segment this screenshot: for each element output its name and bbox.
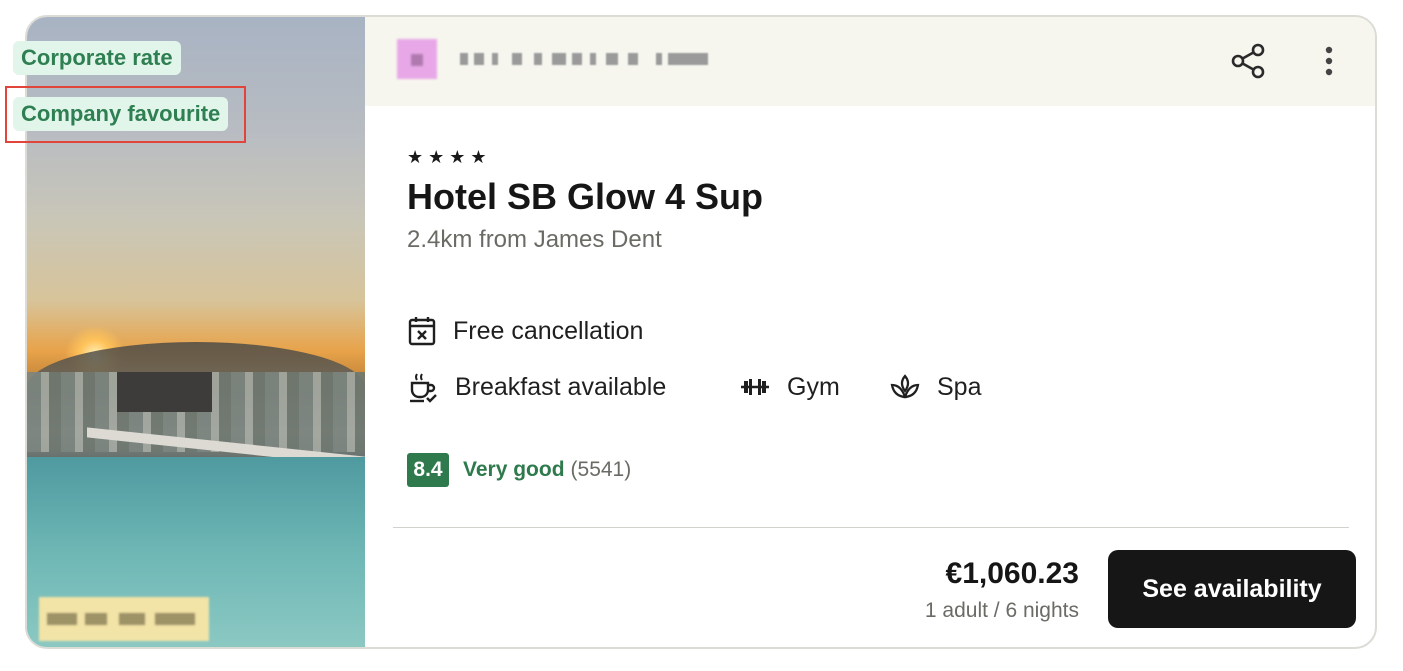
feature-label: Breakfast available [455, 372, 667, 401]
hotel-name[interactable]: Hotel SB Glow 4 Sup [407, 175, 1347, 219]
coffee-cup-icon [410, 373, 437, 403]
blurred-company-name [460, 49, 710, 69]
share-button[interactable] [1229, 41, 1269, 81]
rating-label: Very good [463, 458, 565, 481]
divider [393, 527, 1349, 528]
more-options-button[interactable] [1309, 41, 1349, 81]
feature-spa: Spa [889, 371, 981, 403]
share-icon [1231, 43, 1265, 79]
guest-rating[interactable]: 8.4 Very good (5541) [407, 453, 631, 487]
hotel-distance: 2.4km from James Dent [407, 226, 662, 253]
feature-label: Gym [787, 372, 840, 401]
feature-breakfast: Breakfast available [407, 371, 666, 403]
photo-building [117, 372, 212, 412]
feature-label: Free cancellation [453, 316, 644, 345]
feature-label: Spa [937, 372, 982, 401]
highlight-box [5, 86, 246, 143]
blurred-company-logo [397, 39, 437, 79]
price-detail: 1 adult / 6 nights [924, 599, 1079, 622]
card-header [365, 17, 1375, 106]
price-amount: €1,060.23 [945, 557, 1079, 590]
star-rating: ★★★★ [407, 147, 492, 167]
dumbbell-icon [741, 379, 769, 395]
spa-lotus-icon [890, 374, 920, 399]
calendar-x-icon [408, 317, 436, 346]
feature-gym: Gym [739, 371, 840, 403]
corporate-rate-badge: Corporate rate [13, 41, 181, 75]
rating-score: 8.4 [407, 453, 449, 487]
rating-count: (5541) [570, 458, 632, 481]
more-vertical-icon [1325, 46, 1333, 76]
price-block: €1,060.23 1 adult / 6 nights [925, 555, 1079, 625]
card-body: ★★★★ Hotel SB Glow 4 Sup 2.4km from Jame… [407, 145, 1347, 255]
blurred-photo-caption [39, 597, 209, 641]
see-availability-button[interactable]: See availability [1108, 550, 1356, 628]
feature-free-cancellation: Free cancellation [407, 315, 643, 347]
